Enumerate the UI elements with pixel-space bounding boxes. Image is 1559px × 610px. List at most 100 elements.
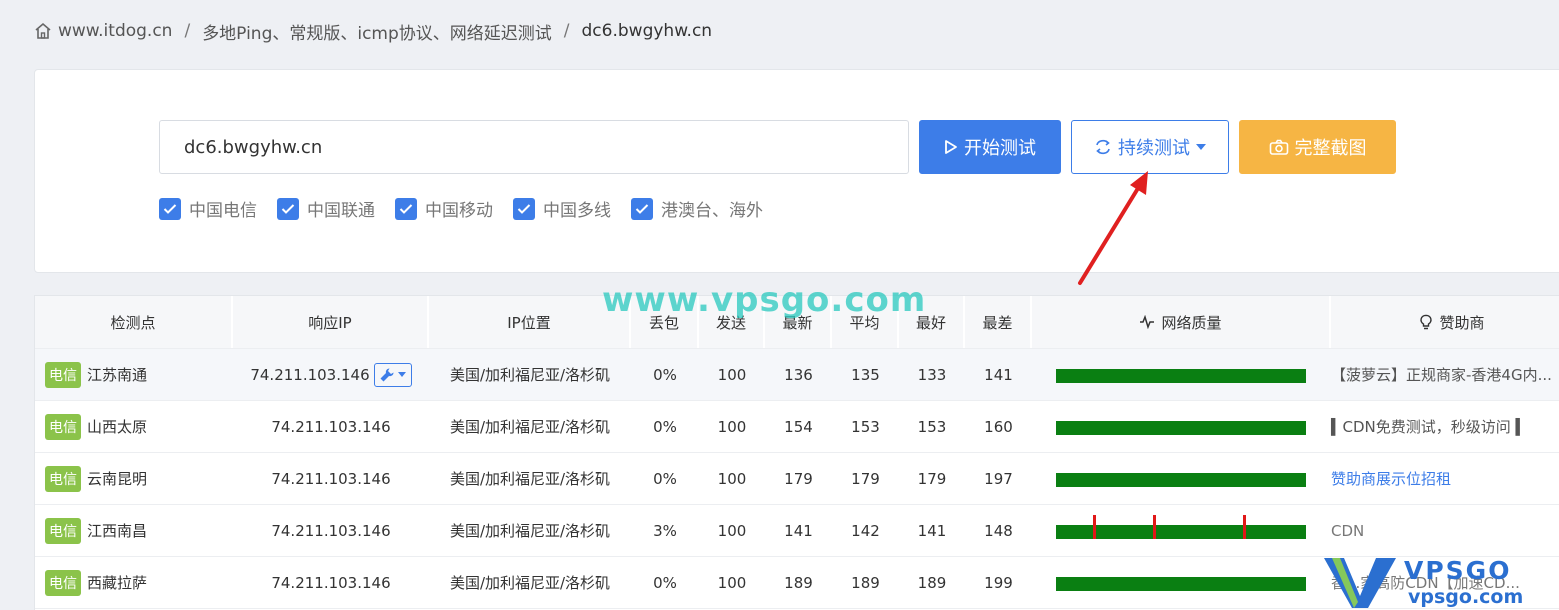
col-ip[interactable]: 响应IP [233, 296, 429, 348]
ip-tools-dropdown[interactable] [373, 362, 412, 387]
ip-cell: 74.211.103.146 [271, 417, 391, 436]
table-row[interactable]: 电信 山西太原 74.211.103.146 美国/加利福尼亚/洛杉矶 0% 1… [35, 401, 1559, 453]
vpsgo-logo: VPSGO vpsgo.com [1322, 556, 1552, 610]
isp-badge: 电信 [45, 569, 81, 596]
filter-telecom[interactable]: 中国电信 [159, 196, 257, 221]
isp-filter-group: 中国电信 中国联通 中国移动 中国多线 港澳台、海外 [159, 196, 783, 221]
breadcrumb-home[interactable]: www.itdog.cn [58, 21, 172, 41]
col-quality[interactable]: 网络质量 [1032, 296, 1331, 348]
filter-multiline[interactable]: 中国多线 [513, 196, 611, 221]
continuous-test-label: 持续测试 [1118, 138, 1190, 159]
sponsor-cell[interactable]: CDN [1331, 505, 1559, 556]
quality-cell [1032, 505, 1331, 556]
checkbox-checked-icon[interactable] [159, 197, 181, 220]
filter-label: 中国联通 [307, 201, 375, 221]
sent-cell: 100 [717, 521, 747, 540]
filter-label: 港澳台、海外 [661, 201, 763, 221]
ip-cell: 74.211.103.146 [271, 521, 391, 540]
checkbox-checked-icon[interactable] [631, 197, 653, 220]
checkbox-checked-icon[interactable] [513, 197, 535, 220]
filter-overseas[interactable]: 港澳台、海外 [631, 196, 763, 221]
best-cell: 189 [917, 573, 947, 592]
home-icon [35, 22, 51, 39]
table-row[interactable]: 电信 江苏南通 74.211.103.146 美国/加利福尼亚/洛杉矶 0% 1… [35, 349, 1559, 401]
ip-cell: 74.211.103.146 [271, 573, 391, 592]
avg-cell: 142 [851, 521, 880, 540]
point-name: 江西南昌 [87, 522, 148, 540]
best-cell: 153 [917, 417, 947, 436]
sponsor-link[interactable]: 【菠萝云】正规商家-香港4G内... [1331, 364, 1552, 385]
start-test-button[interactable]: 开始测试 [919, 120, 1061, 174]
refresh-icon [1096, 139, 1110, 155]
sent-cell: 100 [717, 469, 747, 488]
worst-cell: 141 [984, 365, 1013, 384]
best-cell: 141 [917, 521, 947, 540]
best-cell: 179 [917, 469, 947, 488]
avg-cell: 135 [851, 365, 880, 384]
filter-unicom[interactable]: 中国联通 [277, 196, 375, 221]
quality-bar [1056, 473, 1306, 487]
point-cell: 电信 云南昆明 [35, 453, 233, 504]
col-location[interactable]: IP位置 [429, 296, 631, 348]
point-name: 西藏拉萨 [87, 574, 148, 592]
point-cell: 电信 西藏拉萨 [35, 557, 233, 608]
table-row[interactable]: 电信 江西南昌 74.211.103.146 美国/加利福尼亚/洛杉矶 3% 1… [35, 505, 1559, 557]
point-cell: 电信 江西南昌 [35, 505, 233, 556]
sent-cell: 100 [717, 365, 747, 384]
checkbox-checked-icon[interactable] [277, 197, 299, 220]
pulse-icon [1140, 315, 1155, 329]
col-sponsor[interactable]: 赞助商 [1331, 296, 1559, 348]
sent-cell: 100 [717, 417, 747, 436]
avg-cell: 153 [851, 417, 880, 436]
worst-cell: 148 [984, 521, 1013, 540]
host-input[interactable] [159, 120, 909, 174]
breadcrumb-separator: / [184, 21, 191, 41]
ip-cell: 74.211.103.146 [271, 469, 391, 488]
avg-cell: 179 [851, 469, 880, 488]
worst-cell: 199 [984, 573, 1013, 592]
sponsor-link[interactable]: 赞助商展示位招租 [1331, 468, 1451, 489]
filter-label: 中国多线 [543, 201, 611, 221]
quality-bar [1056, 369, 1306, 383]
quality-cell [1032, 401, 1331, 452]
packet-loss-marker [1093, 515, 1096, 539]
isp-badge: 电信 [45, 517, 81, 544]
location-cell: 美国/加利福尼亚/洛杉矶 [449, 574, 611, 592]
sponsor-link[interactable]: ▍CDN免费测试，秒级访问 ▍ [1331, 416, 1527, 437]
filter-mobile[interactable]: 中国移动 [395, 196, 493, 221]
chevron-down-icon [398, 372, 407, 377]
loss-cell: 0% [653, 365, 677, 384]
sponsor-cell[interactable]: ▍CDN免费测试，秒级访问 ▍ [1331, 401, 1559, 452]
isp-badge: 电信 [45, 361, 81, 388]
location-cell: 美国/加利福尼亚/洛杉矶 [449, 418, 611, 436]
last-cell: 179 [784, 469, 813, 488]
sponsor-cell[interactable]: 【菠萝云】正规商家-香港4G内... [1331, 349, 1559, 400]
quality-cell [1032, 557, 1331, 608]
filter-label: 中国移动 [425, 201, 493, 221]
logo-text: VPSGO [1404, 556, 1512, 585]
logo-subtext: vpsgo.com [1408, 586, 1524, 608]
quality-cell [1032, 453, 1331, 504]
play-icon [945, 140, 957, 154]
filter-label: 中国电信 [189, 201, 257, 221]
checkbox-checked-icon[interactable] [395, 197, 417, 220]
col-worst[interactable]: 最差 [965, 296, 1032, 348]
col-point[interactable]: 检测点 [35, 296, 233, 348]
quality-bar [1056, 421, 1306, 435]
last-cell: 154 [784, 417, 813, 436]
quality-cell [1032, 349, 1331, 400]
point-name: 云南昆明 [87, 470, 148, 488]
sponsor-link[interactable]: CDN [1331, 522, 1364, 540]
quality-bar [1056, 577, 1306, 591]
sponsor-cell[interactable]: 赞助商展示位招租 [1331, 453, 1559, 504]
table-row[interactable]: 电信 云南昆明 74.211.103.146 美国/加利福尼亚/洛杉矶 0% 1… [35, 453, 1559, 505]
annotation-arrow-icon [1078, 171, 1148, 285]
screenshot-button[interactable]: 完整截图 [1239, 120, 1396, 174]
breadcrumb-section[interactable]: 多地Ping、常规版、icmp协议、网络延迟测试 [202, 19, 552, 44]
col-sponsor-label: 赞助商 [1439, 313, 1485, 332]
breadcrumb: www.itdog.cn / 多地Ping、常规版、icmp协议、网络延迟测试 … [34, 19, 712, 44]
last-cell: 136 [784, 365, 813, 384]
packet-loss-marker [1153, 515, 1156, 539]
point-cell: 电信 江苏南通 [35, 349, 233, 400]
ip-cell: 74.211.103.146 [233, 349, 429, 400]
